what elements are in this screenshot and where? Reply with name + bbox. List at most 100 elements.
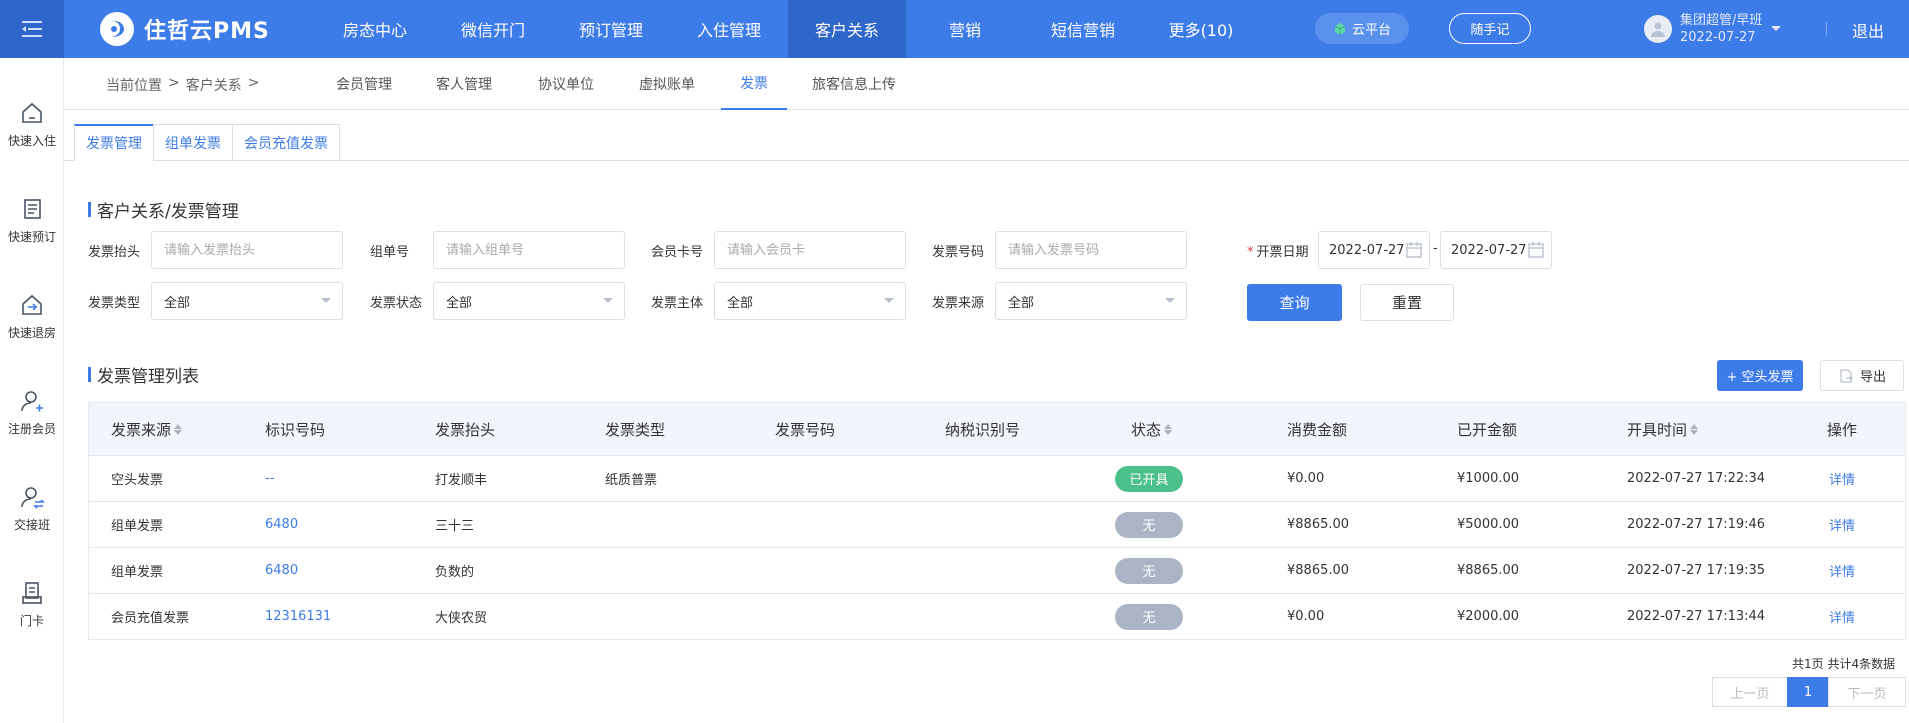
sidebar-item-quick-checkout[interactable]: 快速退房	[0, 292, 64, 362]
column-header-head: 发票抬头	[435, 420, 496, 439]
tab-group-invoice[interactable]: 组单发票	[153, 124, 233, 161]
sub-navbar: 当前位置 > 客户关系 > 会员管理 客人管理 协议单位 虚拟账单 发票 旅客信…	[64, 58, 1909, 110]
nav-sms-marketing[interactable]: 短信营销	[1024, 0, 1142, 58]
nav-marketing[interactable]: 营销	[906, 0, 1024, 58]
subtab-agreement-unit[interactable]: 协议单位	[538, 58, 594, 110]
next-page-button[interactable]: 下一页	[1828, 677, 1906, 707]
invoice-type-label: 发票类型	[88, 296, 141, 311]
subtab-guest-info-upload[interactable]: 旅客信息上传	[812, 58, 896, 110]
cell-id-link[interactable]: 12316131	[265, 609, 331, 624]
invoice-subject-select[interactable]: 全部	[714, 282, 906, 320]
column-header-source[interactable]: 发票来源	[111, 419, 183, 440]
search-button[interactable]: 查询	[1247, 284, 1342, 321]
cell-time: 2022-07-27 17:19:35	[1627, 563, 1766, 578]
document-list-icon	[24, 199, 41, 219]
pagination-info: 共1页 共计4条数据	[1792, 657, 1896, 671]
nav-more[interactable]: 更多(10)	[1142, 0, 1260, 58]
issue-date-label: * 开票日期	[1247, 245, 1309, 260]
logout-button[interactable]: 退出	[1852, 18, 1884, 42]
prev-page-button[interactable]: 上一页	[1712, 677, 1788, 707]
cell-head: 大侠农贸	[435, 611, 488, 626]
nav-room-status[interactable]: 房态中心	[316, 0, 434, 58]
quick-sidebar: 快速入住 快速预订 快速退房 注册会员 交接班 门卡	[0, 58, 64, 723]
user-swap-icon	[21, 487, 45, 509]
cell-head: 负数的	[435, 565, 475, 580]
subtab-virtual-bill[interactable]: 虚拟账单	[639, 58, 695, 110]
logo-text: 住哲云PMS	[144, 19, 270, 44]
column-header-action: 操作	[1827, 420, 1858, 439]
detail-link[interactable]: 详情	[1829, 561, 1855, 580]
detail-link[interactable]: 详情	[1829, 515, 1855, 534]
page-tabs: 发票管理 组单发票 会员充值发票	[74, 124, 340, 161]
date-start-picker[interactable]: 2022-07-27	[1318, 231, 1430, 269]
calendar-icon	[1528, 242, 1544, 258]
column-header-status[interactable]: 状态	[1131, 419, 1173, 440]
member-card-input[interactable]	[714, 231, 906, 269]
sidebar-item-shift-handover[interactable]: 交接班	[0, 484, 64, 554]
home-enter-icon	[22, 102, 42, 123]
status-badge: 无	[1115, 603, 1183, 630]
list-title: 发票管理列表	[88, 362, 199, 387]
invoice-source-select[interactable]: 全部	[995, 282, 1187, 320]
status-badge: 无	[1115, 511, 1183, 538]
cell-source: 组单发票	[111, 519, 164, 534]
cell-head: 三十三	[435, 519, 475, 534]
nav-customer-relations[interactable]: 客户关系	[788, 0, 906, 58]
subtab-invoice[interactable]: 发票	[721, 58, 787, 110]
table-row: 空头发票 -- 打发顺丰 纸质普票 已开具 ¥0.00 ¥1000.00 202…	[89, 455, 1905, 501]
user-icon	[1651, 22, 1665, 37]
chevron-down-icon	[884, 298, 894, 303]
chevron-down-icon	[321, 298, 331, 303]
invoice-no-input[interactable]	[995, 231, 1187, 269]
group-no-input[interactable]	[433, 231, 625, 269]
cell-id-link[interactable]: 6480	[265, 563, 298, 578]
invoice-type-select[interactable]: 全部	[151, 282, 343, 320]
detail-link[interactable]: 详情	[1829, 607, 1855, 626]
export-button[interactable]: 导出	[1820, 360, 1904, 391]
breadcrumb-customer-relations[interactable]: 客户关系	[186, 75, 242, 95]
sidebar-item-quick-booking[interactable]: 快速预订	[0, 196, 64, 266]
table-row: 组单发票 6480 负数的 无 ¥8865.00 ¥8865.00 2022-0…	[89, 547, 1905, 593]
reset-button[interactable]: 重置	[1360, 284, 1454, 321]
nav-booking[interactable]: 预订管理	[552, 0, 670, 58]
cell-consume: ¥0.00	[1287, 609, 1325, 624]
status-badge: 已开具	[1115, 465, 1183, 492]
user-name: 集团超管/早班	[1680, 13, 1763, 28]
sidebar-item-door-card[interactable]: 门卡	[0, 580, 64, 650]
nav-wechat-door[interactable]: 微信开门	[434, 0, 552, 58]
column-header-issue-time[interactable]: 开具时间	[1627, 419, 1699, 440]
user-menu[interactable]: 集团超管/早班 2022-07-27	[1644, 10, 1782, 48]
tab-invoice-management[interactable]: 发票管理	[74, 124, 154, 161]
subtab-member-management[interactable]: 会员管理	[336, 58, 392, 110]
cell-id-link[interactable]: --	[265, 471, 274, 486]
memo-button[interactable]: 随手记	[1449, 13, 1531, 44]
menu-toggle-button[interactable]	[0, 0, 64, 58]
cube-icon	[1334, 22, 1346, 35]
date-end-picker[interactable]: 2022-07-27	[1440, 231, 1552, 269]
sidebar-item-quick-checkin[interactable]: 快速入住	[0, 100, 64, 170]
subtab-guest-management[interactable]: 客人管理	[436, 58, 492, 110]
card-icon	[22, 582, 42, 604]
page-1-button[interactable]: 1	[1787, 677, 1829, 707]
cell-id-link[interactable]: 6480	[265, 517, 298, 532]
export-icon	[1840, 368, 1853, 383]
column-header-issued-amount: 已开金额	[1457, 420, 1518, 439]
detail-link[interactable]: 详情	[1829, 469, 1855, 488]
tab-member-recharge-invoice[interactable]: 会员充值发票	[232, 124, 340, 161]
invoice-subject-label: 发票主体	[651, 296, 704, 311]
user-add-icon	[21, 391, 43, 412]
cloud-platform-button[interactable]: 云平台	[1315, 13, 1409, 44]
calendar-icon	[1406, 242, 1422, 258]
sidebar-item-register-member[interactable]: 注册会员	[0, 388, 64, 458]
sort-icon	[1164, 423, 1173, 435]
cell-type: 纸质普票	[605, 473, 658, 488]
nav-checkin[interactable]: 入住管理	[670, 0, 788, 58]
invoice-head-input[interactable]	[151, 231, 343, 269]
invoice-status-select[interactable]: 全部	[433, 282, 625, 320]
add-blank-invoice-button[interactable]: + 空头发票	[1717, 360, 1803, 391]
sort-icon	[174, 423, 183, 435]
member-card-label: 会员卡号	[651, 245, 704, 260]
date-separator: -	[1433, 241, 1438, 256]
logo-icon	[100, 12, 134, 46]
chevron-down-icon	[603, 298, 613, 303]
